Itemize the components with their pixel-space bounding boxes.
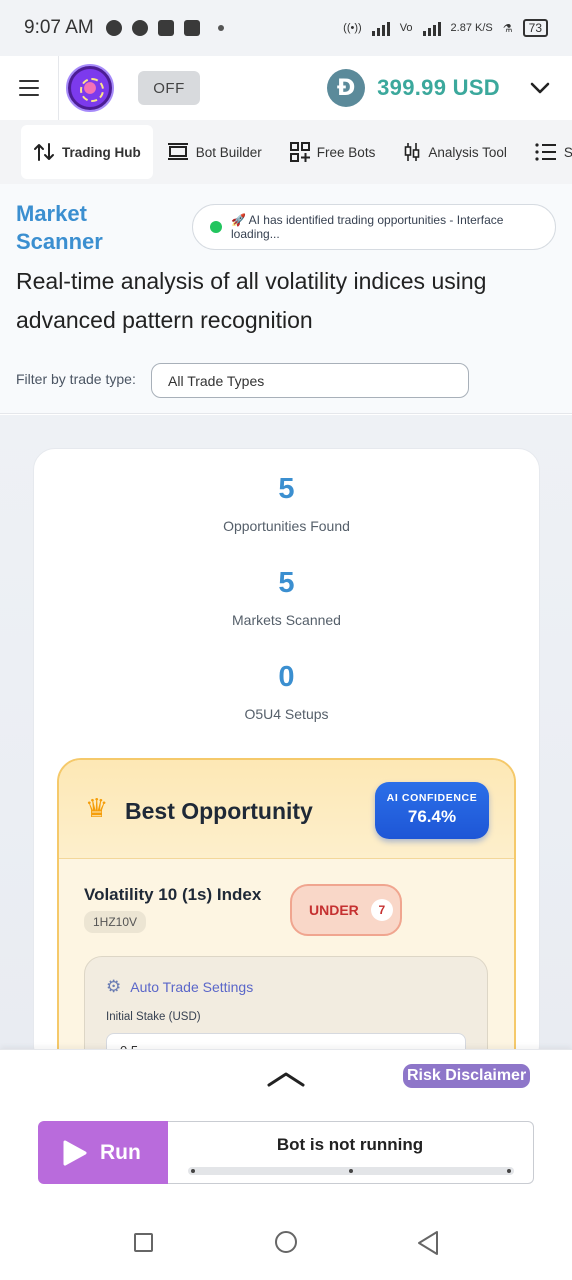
play-icon [63,1140,87,1165]
stake-label: Initial Stake (USD) [106,1011,201,1023]
status-bar: 9:07 AM ((•)) Vo 2.87 K/S ⚗ 73 [0,0,572,56]
risk-disclaimer-button[interactable]: Risk Disclaimer [403,1064,531,1088]
direction-label: UNDER [309,902,359,918]
list-icon [535,143,556,161]
gear-icon: ⚙ [106,977,122,997]
arrows-swap-icon [34,143,54,161]
page-subtitle: Real-time analysis of all volatility ind… [16,268,487,333]
facebook-notification-icon [157,20,174,36]
bot-toggle-button[interactable]: OFF [138,71,200,105]
app-logo[interactable] [66,64,114,112]
trade-type-filter-select[interactable]: All Trade Types [151,363,469,398]
stat-value: 5 [278,567,295,599]
chevron-up-icon[interactable] [266,1068,306,1090]
scanner-results-card: 5 Opportunities Found 5 Markets Scanned … [33,448,540,1068]
market-name: Volatility 10 (1s) Index [84,885,262,904]
ai-confidence-badge: AI CONFIDENCE 76.4% [375,782,489,839]
stat-opportunities: 5 Opportunities Found [34,473,539,534]
tab-label: Signals [563,144,572,160]
best-opportunity-title: Best Opportunity [125,798,313,824]
main-nav-tabs: Trading Hub Bot Builder Free Bots Analys… [0,120,572,184]
stat-label: Markets Scanned [232,612,341,628]
chat-notification-icon [105,20,122,36]
filter-label: Filter by trade type: [16,371,136,387]
account-balance[interactable]: Đ 399.99 USD [327,69,550,107]
tab-signals[interactable]: Signals [521,125,572,179]
status-dot-icon [210,221,222,233]
balance-amount: 399.99 USD [377,75,500,100]
stat-markets-scanned: 5 Markets Scanned [34,567,539,628]
stat-label: O5U4 Setups [244,706,329,722]
barrier-digit: 7 [370,899,393,921]
best-opportunity-card[interactable]: ♛ Best Opportunity AI CONFIDENCE 76.4% V… [57,758,516,1067]
page-title: Market Scanner [16,201,103,254]
bot-status-text: Bot is not running [276,1135,424,1154]
chevron-down-icon[interactable] [530,78,550,98]
tab-bot-builder[interactable]: Bot Builder [153,125,276,179]
run-label: Run [100,1140,141,1164]
tab-free-bots[interactable]: Free Bots [276,125,390,179]
best-opportunity-header: ♛ Best Opportunity AI CONFIDENCE 76.4% [59,760,514,859]
bot-status-box: Bot is not running [168,1121,534,1184]
signal-icon-1 [371,20,390,36]
stat-o5u4-setups: 0 O5U4 Setups [34,661,539,722]
tab-label: Free Bots [316,144,376,160]
stat-value: 0 [278,661,295,693]
grid-plus-icon [289,142,310,162]
app-header: OFF Đ 399.99 USD [0,56,572,120]
crown-icon: ♛ [85,794,109,824]
candlestick-icon [405,143,420,161]
market-symbol-badge: 1HZ10V [84,911,147,933]
tab-trading-hub[interactable]: Trading Hub [21,125,153,179]
back-icon[interactable] [416,1230,440,1256]
more-notifications-icon [217,25,224,31]
tab-label: Analysis Tool [428,144,507,160]
ai-status-text: 🚀 AI has identified trading opportunitie… [231,213,504,241]
header-divider [58,56,59,120]
battery-level: 73 [528,21,542,35]
tab-analysis-tool[interactable]: Analysis Tool [389,125,521,179]
battery-icon: 73 [522,19,548,37]
android-nav-bar [0,1204,572,1280]
bot-builder-icon [167,143,188,160]
whatsapp-notification-icon [131,20,148,36]
bot-progress-track [188,1167,514,1175]
tab-label: Trading Hub [62,144,141,160]
auto-trade-title: Auto Trade Settings [130,979,254,995]
recent-apps-icon[interactable] [134,1233,153,1252]
ai-status-pill: 🚀 AI has identified trading opportunitie… [192,204,556,250]
volte-icon: Vo [399,22,413,34]
facebook-notification-icon-2 [183,20,200,36]
hamburger-menu-icon[interactable] [19,80,39,96]
deriv-coin-icon: Đ [327,69,366,107]
run-panel-toggle-bar: Risk Disclaimer [0,1049,572,1107]
stat-label: Opportunities Found [223,518,350,534]
status-time: 9:07 AM [24,17,94,38]
stat-value: 5 [278,473,295,505]
direction-badge: UNDER 7 [290,884,402,936]
net-speed: 2.87 K/S [450,22,493,34]
run-panel: Run Bot is not running [0,1107,572,1204]
run-button[interactable]: Run [38,1121,168,1184]
signal-icon-2 [422,20,441,36]
tab-label: Bot Builder [195,144,262,160]
home-icon[interactable] [275,1231,297,1253]
flask-icon: ⚗ [502,22,513,35]
hotspot-icon: ((•)) [343,22,362,34]
market-scanner-header: Market Scanner 🚀 AI has identified tradi… [0,184,572,414]
